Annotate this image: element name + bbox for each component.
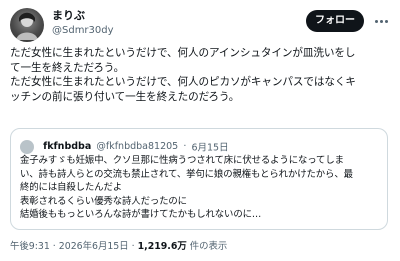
- post-text-line: ッチンの前に張り付いて一生を終えたのだろう。: [10, 90, 240, 103]
- follow-button[interactable]: フォロー: [306, 10, 364, 32]
- post-text-line: ただ女性に生まれたというだけで、何人のアインシュタインが皿洗いをし: [10, 47, 356, 59]
- avatar[interactable]: [10, 8, 44, 42]
- post: まりぶ @Sdmr30dy フォロー ただ女性に生まれたというだけで、何人のアイ…: [0, 0, 400, 261]
- quoted-text-line: 金子みすゞも妊娠中、クソ旦那に性病うつされて床に伏せるようになってしま: [20, 155, 344, 166]
- avatar-image-icon: [16, 12, 38, 40]
- meta-separator: ·: [52, 241, 56, 252]
- quoted-text-line: い、詩も詩人らとの交流も禁止されて、挙句に娘の親権もとられかけたから、最: [20, 168, 353, 180]
- post-date[interactable]: 2026年6月15日: [59, 241, 129, 252]
- quoted-display-name[interactable]: fkfnbdba: [43, 141, 91, 152]
- more-options-icon[interactable]: [374, 14, 390, 28]
- quoted-avatar[interactable]: [20, 139, 34, 154]
- author-handle[interactable]: @Sdmr30dy: [52, 24, 114, 38]
- views-label: 件の表示: [189, 241, 228, 252]
- post-time[interactable]: 午後9:31: [10, 241, 50, 252]
- post-text-line: ただ女性に生まれたというだけで、何人のピカソがキャンパスではなくキ: [10, 76, 356, 88]
- post-text-line: て一生を終えただろう。: [10, 61, 125, 74]
- meta-separator: ·: [131, 241, 135, 252]
- quoted-post[interactable]: fkfnbdba @fkfnbdba81205 · 6月15日 金子みすゞも妊娠…: [10, 128, 388, 230]
- post-text: ただ女性に生まれたというだけで、何人のアインシュタインが皿洗いをし て一生を終え…: [10, 46, 392, 104]
- quoted-post-header: fkfnbdba @fkfnbdba81205 · 6月15日: [20, 136, 229, 154]
- views-count: 1,219.6万: [137, 241, 187, 252]
- quoted-handle[interactable]: @fkfnbdba81205: [96, 141, 178, 152]
- quoted-text-line: 表彰されるくらい優秀な詩人だったのに: [20, 195, 187, 207]
- post-header: まりぶ @Sdmr30dy フォロー: [10, 8, 390, 44]
- quoted-date[interactable]: 6月15日: [191, 143, 228, 154]
- author-names: まりぶ @Sdmr30dy: [52, 8, 114, 38]
- quoted-post-text: 金子みすゞも妊娠中、クソ旦那に性病うつされて床に伏せるようになってしま い、詩も…: [20, 154, 382, 222]
- quoted-text-line: 終的には自殺したんだよ: [20, 182, 123, 194]
- quoted-text-line: 結婚後ももっといろんな詩が書けてたかもしれないのに…: [20, 209, 262, 221]
- post-meta: 午後9:31 · 2026年6月15日 · 1,219.6万 件の表示: [10, 238, 227, 252]
- author-display-name[interactable]: まりぶ: [52, 8, 114, 24]
- quoted-separator: ·: [183, 141, 187, 152]
